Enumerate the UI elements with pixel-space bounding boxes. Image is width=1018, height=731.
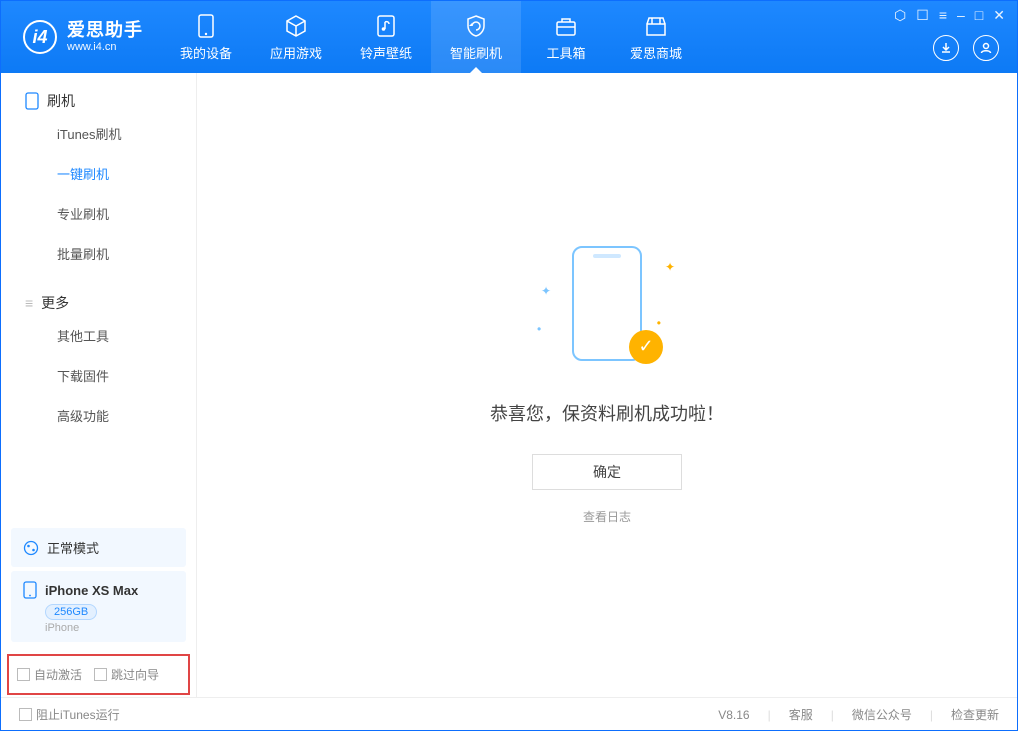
feedback-icon[interactable]: ☐ (916, 7, 929, 24)
sidebar-item-oneclick-flash[interactable]: 一键刷机 (57, 155, 196, 195)
list-icon: ≡ (25, 295, 33, 311)
highlighted-options: 自动激活 跳过向导 (7, 654, 190, 695)
tab-apps[interactable]: 应用游戏 (251, 1, 341, 73)
refresh-icon (23, 540, 39, 556)
view-log-link[interactable]: 查看日志 (583, 508, 631, 525)
sidebar: 刷机 iTunes刷机 一键刷机 专业刷机 批量刷机 ≡ 更多 其他工具 下载固… (1, 73, 197, 697)
main-content: ✓ ✦✦ •• 恭喜您，保资料刷机成功啦！ 确定 查看日志 (197, 73, 1017, 697)
phone-icon (193, 13, 219, 39)
shield-refresh-icon (463, 13, 489, 39)
wechat-link[interactable]: 微信公众号 (852, 706, 912, 723)
cube-icon (283, 13, 309, 39)
skin-icon[interactable]: ⬡ (894, 7, 906, 24)
window-controls: ⬡ ☐ ≡ – □ ✕ (894, 7, 1005, 24)
sidebar-item-pro-flash[interactable]: 专业刷机 (57, 195, 196, 235)
tab-store[interactable]: 爱思商城 (611, 1, 701, 73)
app-title: 爱思助手 (67, 21, 143, 41)
check-update-link[interactable]: 检查更新 (951, 706, 999, 723)
sidebar-item-batch-flash[interactable]: 批量刷机 (57, 235, 196, 275)
sidebar-group-more: ≡ 更多 (1, 275, 196, 317)
connected-device-card[interactable]: iPhone XS Max 256GB iPhone (11, 571, 186, 642)
success-message: 恭喜您，保资料刷机成功啦！ (490, 400, 724, 426)
close-button[interactable]: ✕ (993, 7, 1005, 24)
skip-guide-checkbox[interactable]: 跳过向导 (94, 666, 159, 683)
device-icon (25, 92, 39, 110)
tab-my-device[interactable]: 我的设备 (161, 1, 251, 73)
main-tabs: 我的设备 应用游戏 铃声壁纸 智能刷机 工具箱 爱思商城 (161, 1, 701, 73)
capacity-badge: 256GB (45, 604, 97, 620)
ok-button[interactable]: 确定 (532, 454, 682, 490)
footer: 阻止iTunes运行 V8.16 | 客服 | 微信公众号 | 检查更新 (1, 697, 1017, 731)
sidebar-item-itunes-flash[interactable]: iTunes刷机 (57, 115, 196, 155)
sidebar-item-advanced[interactable]: 高级功能 (57, 397, 196, 437)
logo: i4 爱思助手 www.i4.cn (1, 20, 161, 54)
tab-flash[interactable]: 智能刷机 (431, 1, 521, 73)
device-mode-status[interactable]: 正常模式 (11, 528, 186, 567)
download-button[interactable] (933, 35, 959, 61)
user-button[interactable] (973, 35, 999, 61)
check-icon: ✓ (629, 330, 663, 364)
app-subtitle: www.i4.cn (67, 41, 143, 53)
store-icon (643, 13, 669, 39)
sidebar-item-download-firmware[interactable]: 下载固件 (57, 357, 196, 397)
tab-ringtones[interactable]: 铃声壁纸 (341, 1, 431, 73)
success-illustration: ✓ ✦✦ •• (547, 246, 667, 376)
logo-icon: i4 (23, 20, 57, 54)
support-link[interactable]: 客服 (789, 706, 813, 723)
sidebar-item-other-tools[interactable]: 其他工具 (57, 317, 196, 357)
device-name-label: iPhone XS Max (45, 583, 138, 598)
version-label: V8.16 (718, 708, 749, 722)
music-file-icon (373, 13, 399, 39)
menu-icon[interactable]: ≡ (939, 7, 947, 24)
block-itunes-checkbox[interactable]: 阻止iTunes运行 (19, 706, 120, 723)
tab-toolbox[interactable]: 工具箱 (521, 1, 611, 73)
minimize-button[interactable]: – (957, 7, 965, 24)
sidebar-group-flash: 刷机 (1, 73, 196, 115)
toolbox-icon (553, 13, 579, 39)
phone-small-icon (23, 581, 37, 599)
auto-activate-checkbox[interactable]: 自动激活 (17, 666, 82, 683)
device-type-label: iPhone (45, 622, 174, 634)
app-header: i4 爱思助手 www.i4.cn 我的设备 应用游戏 铃声壁纸 智能刷机 工具… (1, 1, 1017, 73)
maximize-button[interactable]: □ (975, 7, 983, 24)
